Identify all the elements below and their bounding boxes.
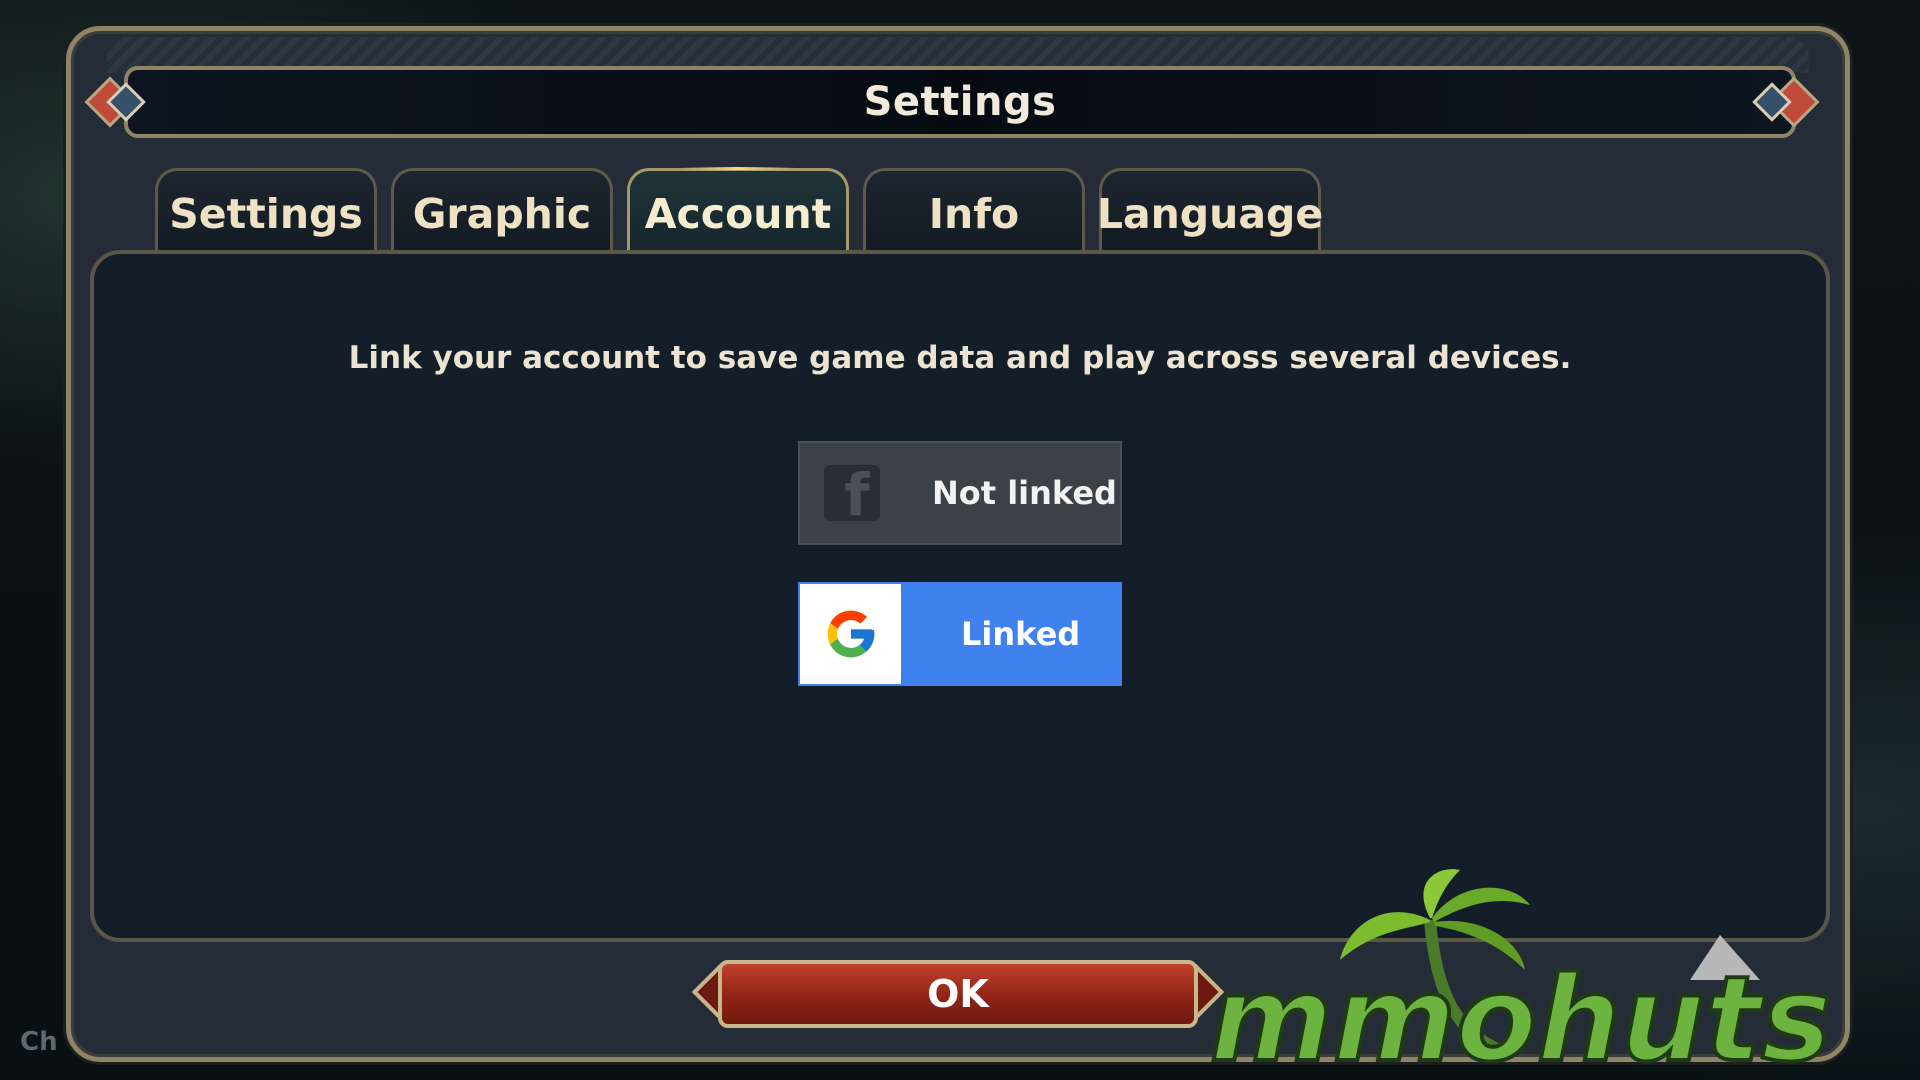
dialog-title-bar: Settings [124, 66, 1796, 138]
google-link-button[interactable]: Linked [798, 582, 1122, 686]
svg-text:mmohuts: mmohuts [1210, 950, 1832, 1080]
tab-language[interactable]: Language [1097, 168, 1323, 256]
google-icon [800, 584, 901, 684]
settings-tabs: Settings Graphic Account Info Language [155, 167, 1323, 256]
ok-button[interactable]: OK [691, 954, 1225, 1034]
google-status-label: Linked [961, 615, 1081, 653]
ok-button-label: OK [718, 960, 1198, 1028]
facebook-icon: f [824, 465, 880, 521]
mmohuts-watermark-logo: mmohuts [1208, 869, 1834, 1080]
facebook-status-label: Not linked [932, 474, 1117, 512]
tab-account[interactable]: Account [627, 167, 849, 256]
background-chat-label: Ch [20, 1027, 58, 1057]
dialog-title: Settings [863, 79, 1057, 125]
title-ornament-right-icon [1752, 76, 1820, 128]
tab-graphic[interactable]: Graphic [391, 168, 613, 256]
account-description: Link your account to save game data and … [348, 340, 1572, 376]
title-ornament-left-icon [84, 76, 146, 128]
tab-settings[interactable]: Settings [155, 168, 377, 256]
facebook-link-button[interactable]: f Not linked [798, 441, 1122, 545]
tab-info[interactable]: Info [863, 168, 1085, 256]
